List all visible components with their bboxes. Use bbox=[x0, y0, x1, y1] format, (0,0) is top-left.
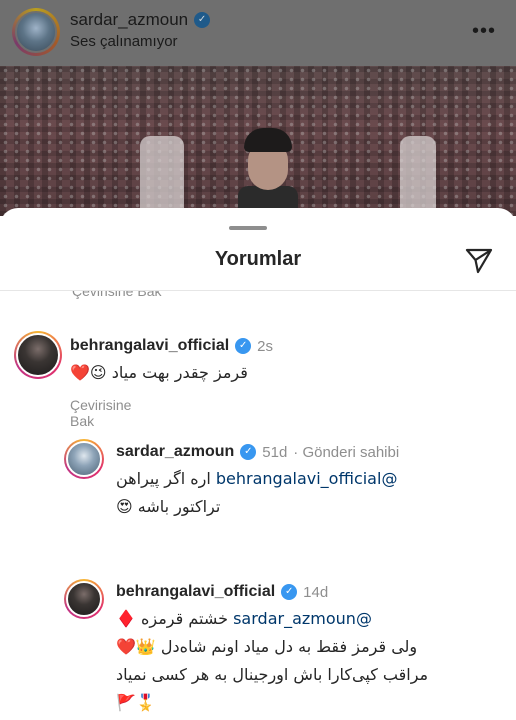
avatar[interactable] bbox=[64, 579, 104, 619]
comment-line: خشتم قرمزه ♦️ bbox=[116, 609, 228, 628]
player-figure bbox=[236, 128, 300, 216]
comments-sheet: Yorumlar Çevirisine Bak behrangalavi_off… bbox=[0, 208, 516, 720]
post-author-avatar[interactable] bbox=[12, 8, 60, 56]
comment-text: @sardar_azmoun خشتم قرمزه ♦️ ولی قرمز فق… bbox=[116, 605, 476, 717]
comments-list[interactable]: Çevirisine Bak behrangalavi_official ✓ 2… bbox=[0, 291, 516, 720]
avatar[interactable] bbox=[14, 331, 62, 379]
comment-line: مراقب کپی‌کارا باش اورجینال به هر کسی نم… bbox=[116, 665, 429, 684]
post-author[interactable]: sardar_azmoun ✓ bbox=[70, 10, 211, 30]
more-icon[interactable]: ••• bbox=[472, 20, 496, 43]
comment-header: behrangalavi_official ✓ 2s bbox=[70, 337, 273, 355]
see-translation-link[interactable]: Çevirisine Bak bbox=[70, 397, 131, 429]
post-header: sardar_azmoun ✓ Ses çalınamıyor ••• bbox=[0, 0, 516, 66]
comment-text: @behrangalavi_official اره اگر پیراهن تر… bbox=[116, 465, 436, 521]
comment-header: sardar_azmoun ✓ 51d · Gönderi sahibi bbox=[116, 443, 399, 461]
post-media bbox=[0, 66, 516, 216]
post-username[interactable]: sardar_azmoun bbox=[70, 10, 188, 30]
drag-handle[interactable] bbox=[229, 226, 267, 230]
comment-line: 🎖️🚩 bbox=[116, 693, 156, 712]
verified-icon: ✓ bbox=[235, 338, 252, 354]
mention-link[interactable]: @sardar_azmoun bbox=[233, 609, 372, 628]
avatar[interactable] bbox=[64, 439, 104, 479]
verified-icon: ✓ bbox=[194, 12, 211, 28]
mention-link[interactable]: @behrangalavi_official bbox=[216, 469, 398, 488]
comment-header: behrangalavi_official ✓ 14d bbox=[116, 583, 328, 601]
comment-line: اره اگر پیراهن bbox=[116, 469, 211, 488]
comment-username[interactable]: behrangalavi_official bbox=[116, 583, 275, 601]
sheet-title: Yorumlar bbox=[214, 248, 302, 270]
comment-time: 51d bbox=[262, 443, 288, 461]
comment-text: قرمز چقدر بهت میاد 😉❤️ bbox=[70, 363, 248, 382]
comment-username[interactable]: sardar_azmoun bbox=[116, 443, 234, 461]
see-translation-partial[interactable]: Çevirisine Bak bbox=[72, 291, 161, 299]
verified-icon: ✓ bbox=[240, 444, 257, 460]
audio-status: Ses çalınamıyor bbox=[70, 33, 178, 50]
comment-time: 2s bbox=[257, 337, 274, 355]
comment-line: تراکتور باشه 😍 bbox=[116, 497, 221, 516]
comment-username[interactable]: behrangalavi_official bbox=[70, 337, 229, 355]
share-icon[interactable] bbox=[464, 245, 494, 275]
owner-label: · Gönderi sahibi bbox=[293, 443, 400, 461]
verified-icon: ✓ bbox=[281, 584, 298, 600]
comment-time: 14d bbox=[303, 583, 329, 601]
comment-line: ولی قرمز فقط به دل میاد اونم شاه‌دل 👑❤️ bbox=[116, 637, 418, 656]
